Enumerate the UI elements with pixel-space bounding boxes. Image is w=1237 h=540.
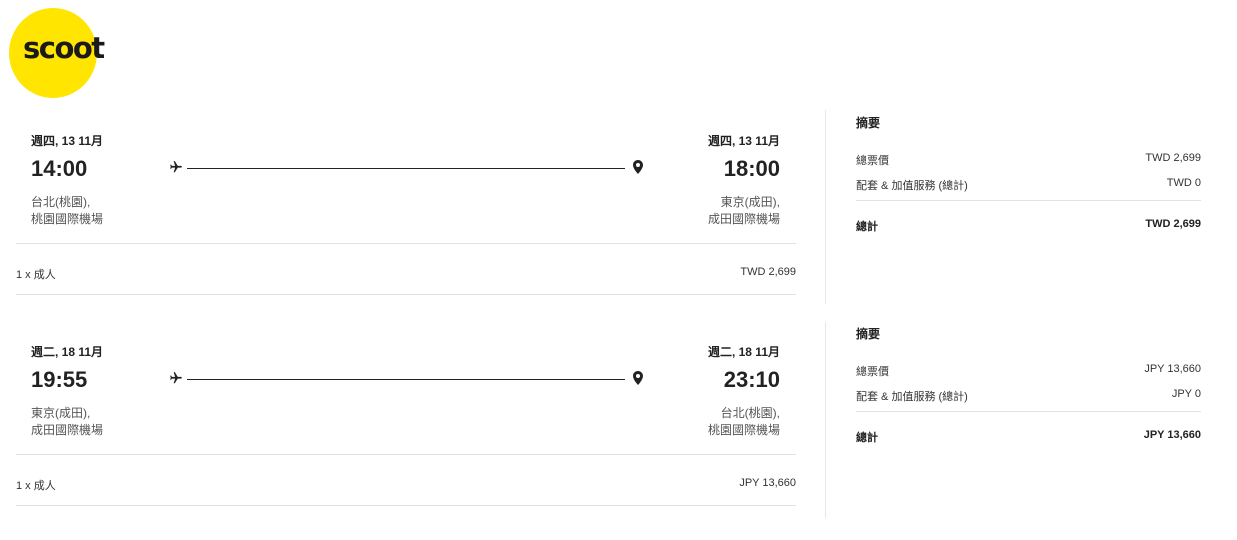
total-label: 總計 (856, 432, 878, 444)
arrival-city: 東京(成田), (720, 195, 780, 209)
departure-time: 19:55 (31, 367, 88, 392)
location-pin-icon (633, 160, 643, 174)
addons-value: TWD 0 (1166, 177, 1201, 189)
route-line (187, 379, 625, 380)
location-pin-icon (633, 371, 643, 385)
total-value: TWD 2,699 (1145, 218, 1201, 230)
passenger-count: 1 x 成人 (16, 269, 56, 281)
departure-place: 台北(桃園), 桃園國際機場 (31, 194, 103, 228)
divider (856, 200, 1201, 201)
flight-card-return: 週二, 18 11月 週二, 18 11月 19:55 23:10 東京(成田)… (16, 343, 796, 535)
passenger-fare: TWD 2,699 (740, 266, 796, 278)
total-value: JPY 13,660 (1143, 429, 1201, 441)
arrival-date: 週二, 18 11月 (707, 345, 780, 359)
divider (16, 294, 796, 295)
passenger-fare: JPY 13,660 (739, 477, 796, 489)
departure-place: 東京(成田), 成田國際機場 (31, 405, 103, 439)
arrival-time: 23:10 (723, 367, 780, 392)
departure-airport: 桃園國際機場 (31, 212, 104, 226)
addons-value: JPY 0 (1171, 388, 1201, 400)
ticket-price-value: TWD 2,699 (1145, 152, 1201, 164)
plane-icon (170, 372, 182, 384)
ticket-price-label: 總票價 (856, 366, 889, 378)
arrival-airport: 桃園國際機場 (707, 423, 780, 437)
route-line (187, 168, 625, 169)
departure-airport: 成田國際機場 (31, 423, 104, 437)
addons-label: 配套 & 加值服務 (總計) (856, 180, 968, 192)
divider (16, 243, 796, 244)
arrival-date: 週四, 13 11月 (707, 134, 780, 148)
departure-date: 週二, 18 11月 (31, 345, 104, 359)
arrival-place: 台北(桃園), 桃園國際機場 (708, 405, 780, 439)
column-separator (825, 322, 826, 518)
ticket-price-value: JPY 13,660 (1144, 363, 1201, 375)
divider (16, 454, 796, 455)
divider (856, 411, 1201, 412)
logo-text: scoot (23, 31, 105, 65)
addons-label: 配套 & 加值服務 (總計) (856, 391, 968, 403)
arrival-time: 18:00 (723, 156, 780, 181)
total-label: 總計 (856, 221, 878, 233)
departure-date: 週四, 13 11月 (31, 134, 104, 148)
flight-card-outbound: 週四, 13 11月 週四, 13 11月 14:00 18:00 台北(桃園)… (16, 132, 796, 324)
arrival-airport: 成田國際機場 (707, 212, 780, 226)
departure-city: 東京(成田), (31, 406, 91, 420)
divider (16, 505, 796, 506)
ticket-price-label: 總票價 (856, 155, 889, 167)
arrival-place: 東京(成田), 成田國際機場 (708, 194, 780, 228)
departure-city: 台北(桃園), (31, 195, 91, 209)
plane-icon (170, 161, 182, 173)
scoot-logo: scoot (9, 8, 105, 98)
departure-time: 14:00 (31, 156, 88, 181)
column-separator (825, 110, 826, 304)
arrival-city: 台北(桃園), (720, 406, 780, 420)
passenger-count: 1 x 成人 (16, 480, 56, 492)
summary-title: 摘要 (856, 327, 881, 341)
summary-title: 摘要 (856, 116, 881, 130)
